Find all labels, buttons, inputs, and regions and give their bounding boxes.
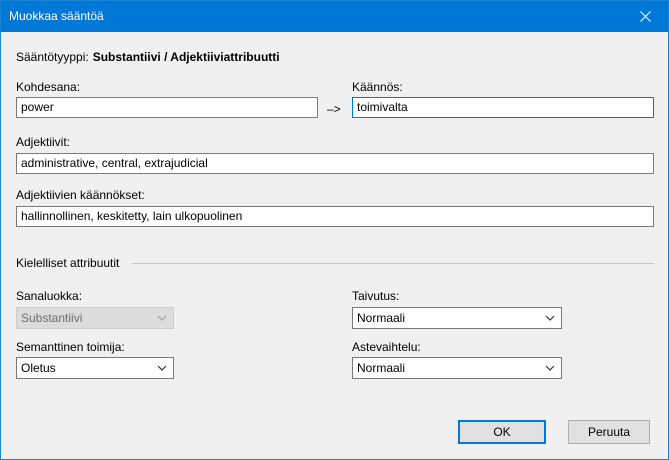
inflection-select[interactable]: Normaali: [352, 307, 562, 329]
semantic-agent-select[interactable]: Oletus: [16, 357, 174, 379]
translation-arrow: –>: [327, 102, 341, 116]
gradation-select[interactable]: Normaali: [352, 357, 562, 379]
chevron-down-icon: [545, 315, 555, 321]
chevron-down-icon: [157, 315, 167, 321]
window-title: Muokkaa sääntöä: [9, 9, 104, 23]
translation-input[interactable]: toimivalta: [352, 97, 654, 118]
rule-type-value: Substantiivi / Adjektiiviattribuutti: [92, 50, 280, 64]
word-class-select[interactable]: Substantiivi: [16, 307, 174, 329]
word-class-value: Substantiivi: [21, 311, 83, 325]
translation-label: Käännös:: [352, 80, 403, 94]
inflection-value: Normaali: [357, 311, 406, 325]
adjective-translations-label: Adjektiivien käännökset:: [16, 188, 145, 202]
ok-button[interactable]: OK: [458, 420, 546, 444]
adjective-translations-input[interactable]: hallinnollinen, keskitetty, lain ulkopuo…: [16, 206, 654, 227]
close-button[interactable]: [622, 1, 668, 32]
chevron-down-icon: [545, 365, 555, 371]
chevron-down-icon: [157, 365, 167, 371]
cancel-button[interactable]: Peruuta: [568, 420, 650, 444]
target-word-label: Kohdesana:: [16, 80, 81, 94]
edit-rule-dialog: Muokkaa sääntöä Sääntötyyppi: Substantiiv…: [0, 0, 669, 460]
close-icon: [639, 11, 651, 22]
section-divider: [132, 263, 654, 264]
semantic-agent-value: Oletus: [21, 361, 56, 375]
adjectives-input[interactable]: administrative, central, extrajudicial: [16, 153, 654, 174]
rule-type: Sääntötyyppi: Substantiivi / Adjektiiviat…: [16, 50, 280, 64]
dialog-body: Sääntötyyppi: Substantiivi / Adjektiiviat…: [1, 32, 668, 459]
title-bar: Muokkaa sääntöä: [1, 1, 668, 32]
rule-type-label: Sääntötyyppi:: [16, 50, 89, 64]
adjectives-label: Adjektiivit:: [16, 135, 71, 149]
semantic-agent-label: Semanttinen toimija:: [16, 340, 125, 354]
gradation-value: Normaali: [357, 361, 406, 375]
target-word-input[interactable]: power: [16, 97, 318, 118]
linguistic-attributes-heading: Kielelliset attribuutit: [16, 256, 120, 270]
word-class-label: Sanaluokka:: [16, 289, 83, 303]
inflection-label: Taivutus:: [352, 289, 400, 303]
gradation-label: Astevaihtelu:: [352, 340, 421, 354]
